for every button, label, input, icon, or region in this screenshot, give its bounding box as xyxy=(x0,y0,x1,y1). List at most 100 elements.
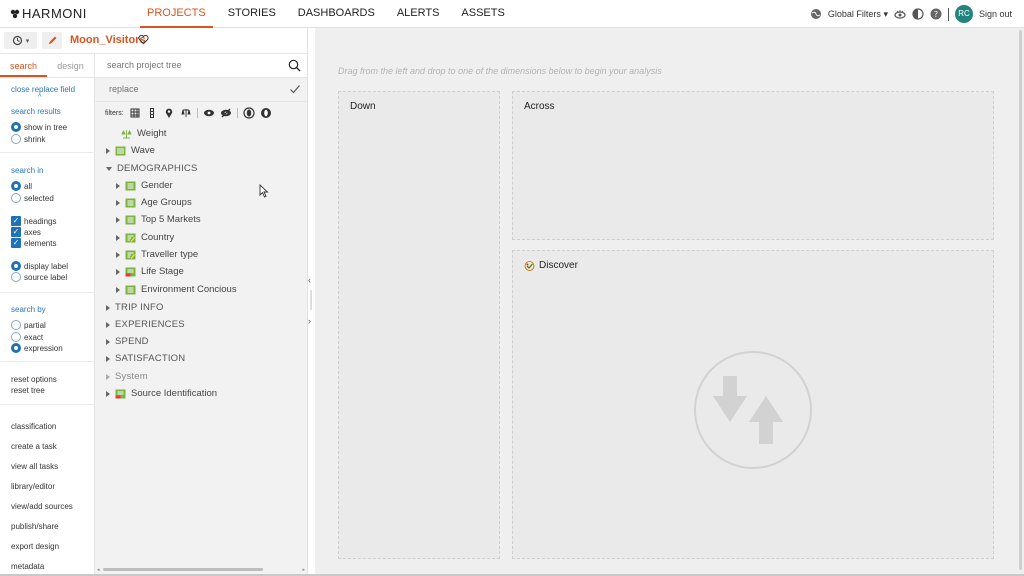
column-filter-icon[interactable] xyxy=(146,107,158,119)
expand-arrow-icon[interactable] xyxy=(106,355,110,362)
expand-arrow-icon[interactable] xyxy=(116,216,120,223)
chevron-up-icon[interactable]: ^ xyxy=(38,94,41,101)
expand-arrow-icon[interactable] xyxy=(106,321,110,328)
classification-link[interactable]: classification xyxy=(11,422,56,431)
tree-node-gender[interactable]: Gender xyxy=(116,180,173,191)
expression-radio[interactable] xyxy=(11,343,21,353)
expand-arrow-icon[interactable] xyxy=(106,147,110,154)
axes-checkbox[interactable]: ✓ xyxy=(11,227,21,237)
tree-node-top-5-markets[interactable]: Top 5 Markets xyxy=(116,214,201,225)
partial-radio[interactable] xyxy=(11,320,21,330)
resize-handle[interactable] xyxy=(310,290,312,310)
tree-node-country[interactable]: Country xyxy=(116,232,174,243)
publish-share-link[interactable]: publish/share xyxy=(11,522,59,531)
check-icon[interactable] xyxy=(289,83,301,95)
nav-projects[interactable]: PROJECTS xyxy=(140,0,213,28)
eye-settings-icon[interactable] xyxy=(894,8,906,20)
down-drop-zone[interactable]: Down xyxy=(338,91,500,559)
expand-arrow-icon[interactable] xyxy=(106,390,110,397)
expand-arrow-icon[interactable] xyxy=(106,373,110,380)
nav-assets[interactable]: ASSETS xyxy=(454,0,511,28)
hide-all-icon[interactable] xyxy=(260,107,272,119)
tree-node-weight[interactable]: Weight xyxy=(121,128,166,139)
scroll-right-icon[interactable]: ▸ xyxy=(302,567,305,573)
expand-arrow-icon[interactable] xyxy=(116,199,120,206)
display-label-radio[interactable] xyxy=(11,261,21,271)
canvas-vertical-scrollbar[interactable] xyxy=(1018,28,1024,576)
grid-filter-icon[interactable] xyxy=(129,107,141,119)
avatar[interactable]: RC xyxy=(954,5,973,23)
expand-arrow-icon[interactable] xyxy=(116,251,120,258)
scrollbar-thumb[interactable] xyxy=(1019,30,1022,570)
show-all-icon[interactable] xyxy=(243,107,255,119)
metadata-link[interactable]: metadata xyxy=(11,562,44,571)
reset-options-link[interactable]: reset options xyxy=(11,375,57,384)
view-all-tasks-link[interactable]: view all tasks xyxy=(11,462,58,471)
library-editor-link[interactable]: library/editor xyxy=(11,482,55,491)
tree-node-label: Environment Concious xyxy=(141,284,237,295)
reset-tree-link[interactable]: reset tree xyxy=(11,386,45,395)
global-filters-dropdown[interactable]: Global Filters ▾ xyxy=(828,9,888,20)
nav-dashboards[interactable]: DASHBOARDS xyxy=(291,0,382,28)
eye-off-icon[interactable] xyxy=(220,107,232,119)
eye-icon[interactable] xyxy=(203,107,215,119)
tree-node-life-stage[interactable]: Life Stage xyxy=(116,266,184,277)
edit-name-button[interactable] xyxy=(42,32,62,49)
expand-right-icon[interactable]: › xyxy=(308,316,311,326)
tree-node-spend[interactable]: SPEND xyxy=(106,336,149,347)
headings-checkbox[interactable]: ✓ xyxy=(11,216,21,226)
nav-alerts[interactable]: ALERTS xyxy=(390,0,447,28)
project-title[interactable]: Moon_Visitors xyxy=(70,34,146,46)
contrast-icon[interactable] xyxy=(912,8,924,20)
scroll-left-icon[interactable]: ◂ xyxy=(97,567,100,573)
shrink-radio[interactable] xyxy=(11,134,21,144)
expand-arrow-icon[interactable] xyxy=(106,304,110,311)
replace-input[interactable] xyxy=(109,84,259,94)
exact-radio[interactable] xyxy=(11,332,21,342)
tree-node-environment-concious[interactable]: Environment Concious xyxy=(116,284,237,295)
expand-arrow-icon[interactable] xyxy=(116,268,120,275)
tree-node-traveller-type[interactable]: Traveller type xyxy=(116,249,198,260)
nav-stories[interactable]: STORIES xyxy=(221,0,283,28)
expand-arrow-icon[interactable] xyxy=(116,182,120,189)
search-input[interactable] xyxy=(107,60,277,70)
close-replace-field-link[interactable]: close replace field xyxy=(11,85,75,94)
tab-design[interactable]: design xyxy=(47,54,94,77)
history-button[interactable]: ▾ xyxy=(4,32,37,49)
brand-logo[interactable]: HARMONI xyxy=(10,6,87,21)
search-in-heading: search in xyxy=(11,166,44,175)
source-label-radio[interactable] xyxy=(11,272,21,282)
collapse-arrow-icon[interactable] xyxy=(106,166,112,171)
across-drop-zone[interactable]: Across xyxy=(512,91,994,240)
tree-node-wave[interactable]: Wave xyxy=(106,145,155,156)
show-in-tree-radio[interactable] xyxy=(11,122,21,132)
scrollbar-thumb[interactable] xyxy=(103,568,263,571)
display-label-label: display label xyxy=(24,262,69,271)
tree-node-source-identification[interactable]: Source Identification xyxy=(106,388,217,399)
favorite-heart-icon[interactable] xyxy=(138,34,149,45)
search-icon[interactable] xyxy=(288,59,301,72)
tree-node-system[interactable]: System xyxy=(106,371,148,382)
location-filter-icon[interactable] xyxy=(163,107,175,119)
sign-out-link[interactable]: Sign out xyxy=(979,9,1012,19)
create-task-link[interactable]: create a task xyxy=(11,442,57,451)
collapse-left-icon[interactable]: ‹ xyxy=(308,275,311,285)
tree-node-trip-info[interactable]: TRIP INFO xyxy=(106,302,164,313)
expand-arrow-icon[interactable] xyxy=(116,286,120,293)
expand-arrow-icon[interactable] xyxy=(106,338,110,345)
selected-radio[interactable] xyxy=(11,193,21,203)
tree-node-demographics[interactable]: DEMOGRAPHICS xyxy=(106,163,198,174)
tree-node-age-groups[interactable]: Age Groups xyxy=(116,197,192,208)
elements-checkbox[interactable]: ✓ xyxy=(11,238,21,248)
discover-drop-zone[interactable]: Discover xyxy=(512,250,994,559)
all-radio[interactable] xyxy=(11,181,21,191)
help-icon[interactable]: ? xyxy=(930,8,942,20)
view-add-sources-link[interactable]: view/add sources xyxy=(11,502,73,511)
weight-filter-icon[interactable] xyxy=(180,107,192,119)
tab-search[interactable]: search xyxy=(0,54,47,77)
export-design-link[interactable]: export design xyxy=(11,542,59,551)
tree-node-satisfaction[interactable]: SATISFACTION xyxy=(106,353,185,364)
tree-horizontal-scrollbar[interactable]: ◂ ▸ xyxy=(97,567,305,573)
tree-node-experiences[interactable]: EXPERIENCES xyxy=(106,319,185,330)
expand-arrow-icon[interactable] xyxy=(116,234,120,241)
